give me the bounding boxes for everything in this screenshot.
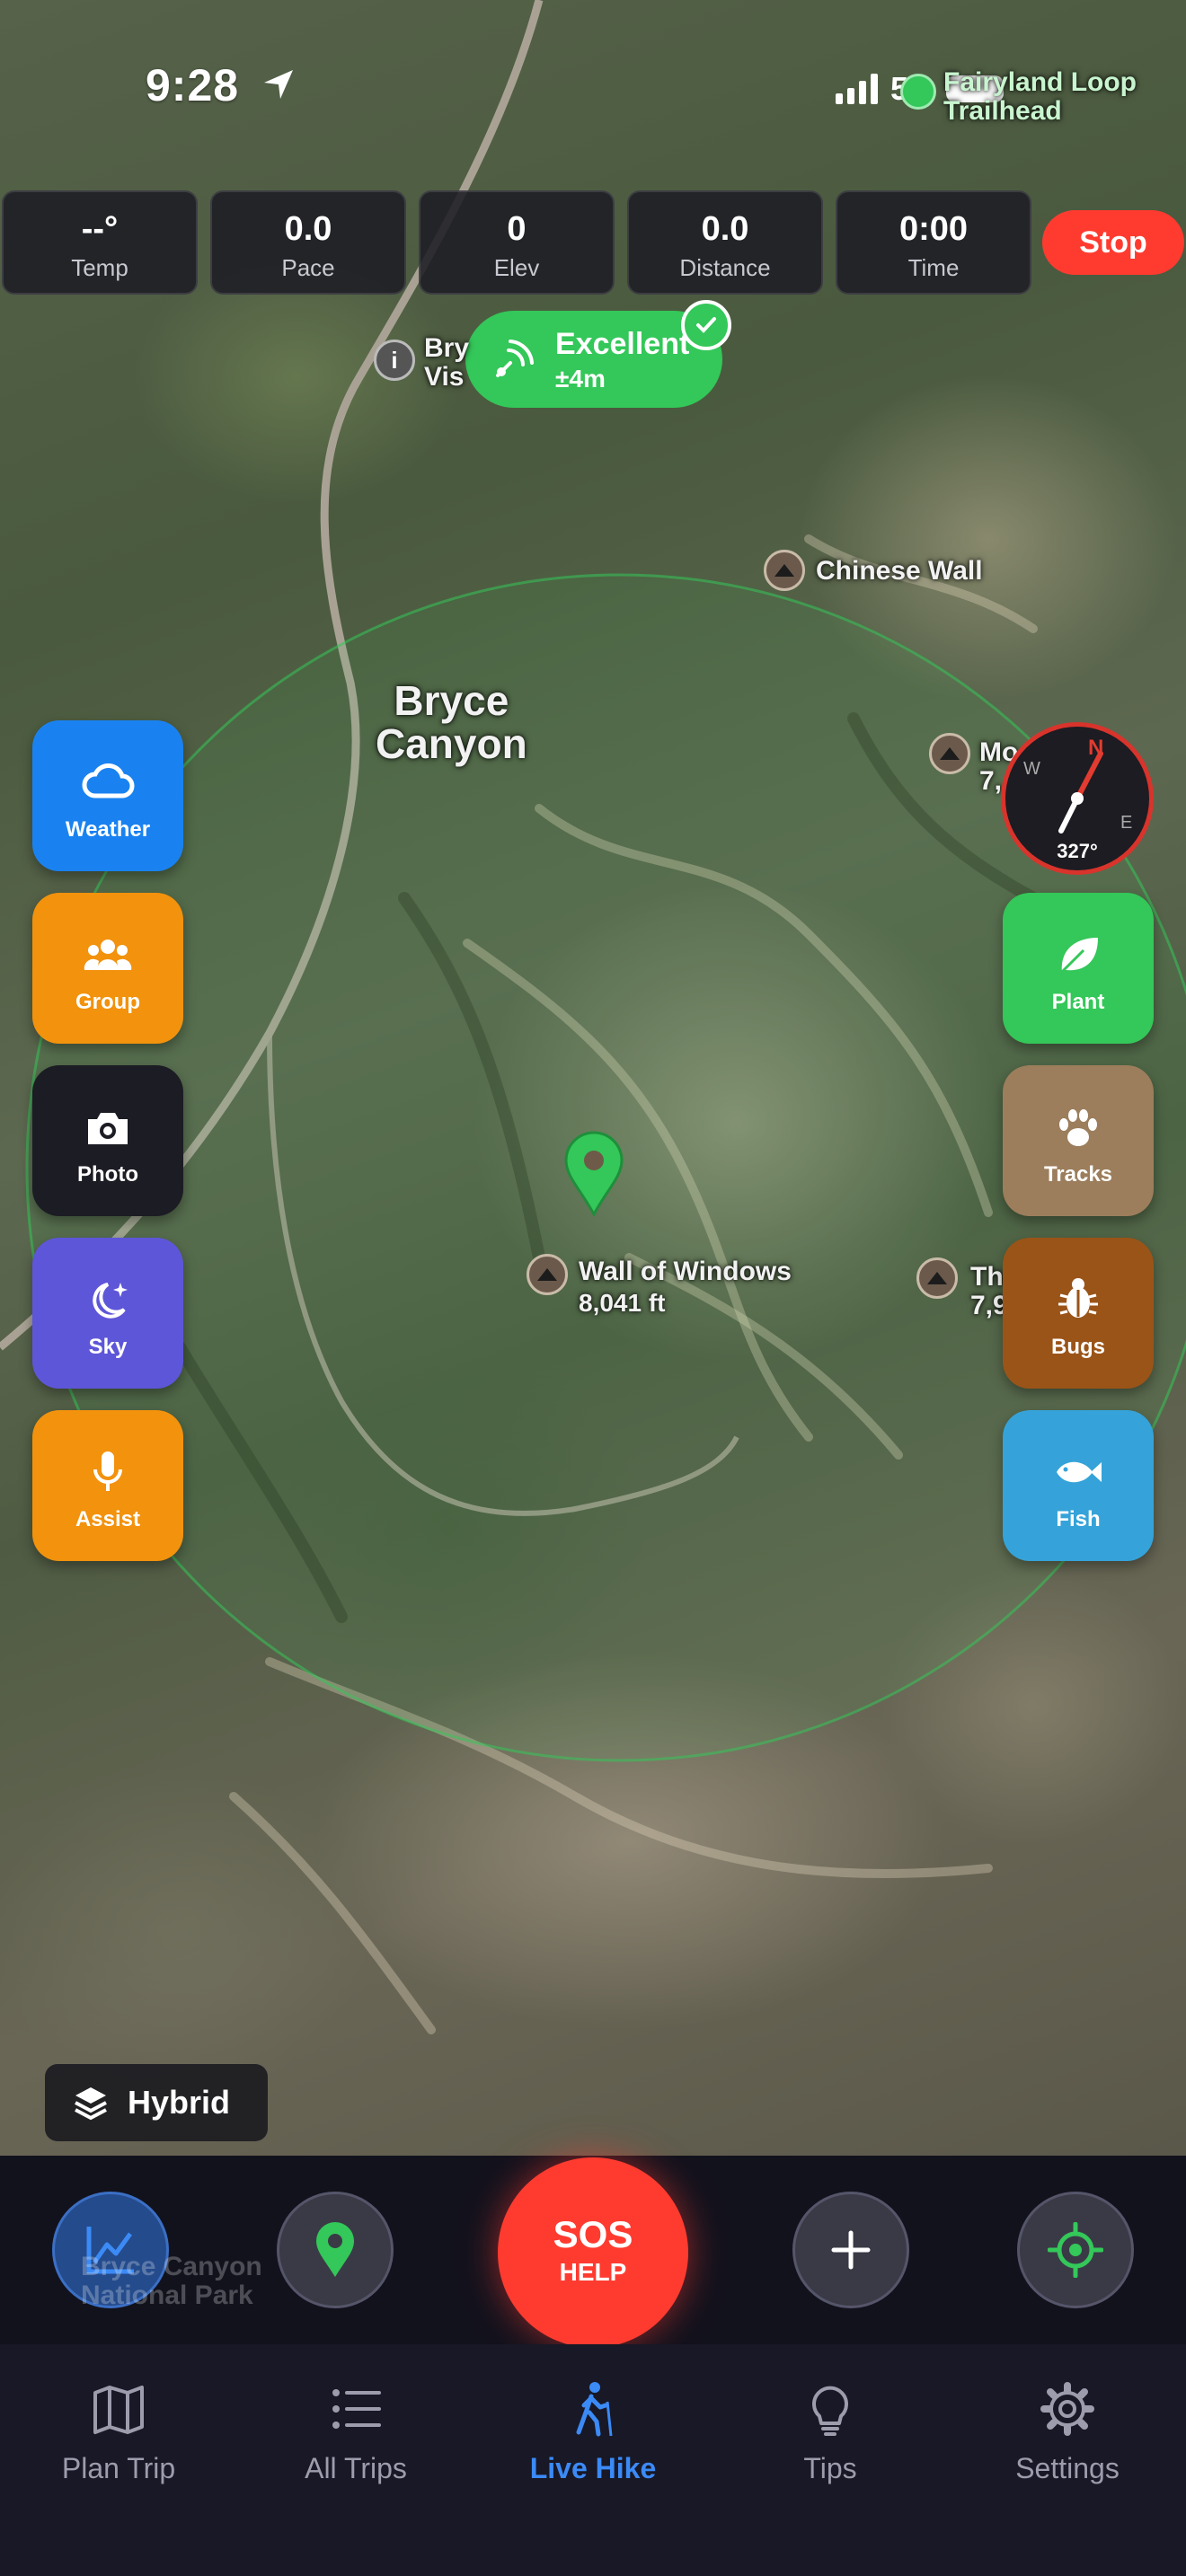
- stat-label: Pace: [281, 254, 335, 281]
- tab-label: Tips: [803, 2452, 857, 2484]
- compass-heading: 327°: [1057, 840, 1098, 862]
- tab-label: Live Hike: [529, 2452, 657, 2484]
- stat-value: 0:00: [898, 210, 969, 248]
- map-layer-button[interactable]: Hybrid: [45, 2064, 268, 2141]
- hiker-icon: [576, 2382, 613, 2437]
- tab-settings[interactable]: Settings: [949, 2380, 1186, 2485]
- satellite-signal-icon: [496, 340, 534, 377]
- stat-label: Distance: [679, 254, 771, 281]
- add-button[interactable]: [792, 2192, 909, 2308]
- fish-button[interactable]: Fish: [1003, 1410, 1154, 1561]
- moon-stars-icon: [93, 1283, 128, 1319]
- map-label-trailhead[interactable]: Fairyland Loop Trailhead: [943, 68, 1137, 125]
- bugs-label: Bugs: [1051, 1335, 1105, 1359]
- stat-value: 0.0: [701, 210, 749, 248]
- plant-button[interactable]: Plant: [1003, 893, 1154, 1044]
- tab-all-trips[interactable]: All Trips: [237, 2380, 474, 2485]
- assist-button[interactable]: Assist: [32, 1410, 183, 1561]
- signal-icon: [836, 74, 878, 104]
- photo-button[interactable]: Photo: [32, 1065, 183, 1216]
- stat-label: Time: [907, 254, 960, 281]
- sos-sublabel: HELP: [559, 2258, 627, 2286]
- stat-label: Elev: [493, 254, 540, 281]
- compass[interactable]: N W E 327°: [1001, 722, 1154, 875]
- group-icon: [84, 940, 132, 970]
- assist-label: Assist: [75, 1507, 141, 1531]
- recenter-button[interactable]: [1017, 2192, 1134, 2308]
- crosshair-icon: [1048, 2222, 1103, 2278]
- info-icon[interactable]: i: [374, 340, 415, 381]
- fish-icon: [1057, 1461, 1102, 1483]
- landmark-icon[interactable]: [764, 550, 805, 591]
- lightbulb-icon: [812, 2386, 848, 2436]
- sos-label: SOS: [553, 2213, 633, 2255]
- stat-pace: 0.0 Pace: [210, 190, 406, 295]
- stat-time: 0:00 Time: [836, 190, 1031, 295]
- status-time: 9:28: [146, 60, 240, 110]
- bug-icon: [1058, 1278, 1098, 1318]
- peak-icon[interactable]: [916, 1257, 958, 1299]
- weather-button[interactable]: Weather: [32, 720, 183, 871]
- photo-label: Photo: [77, 1162, 138, 1187]
- trailhead-icon[interactable]: [900, 74, 936, 110]
- stat-elevation: 0 Elev: [419, 190, 615, 295]
- tab-label: All Trips: [305, 2452, 407, 2484]
- map-label-area-title: Bryce Canyon: [376, 677, 527, 768]
- map-label-visitor-center[interactable]: Bry Vis: [424, 334, 469, 391]
- stat-value: 0.0: [284, 210, 332, 248]
- stat-value: --°: [81, 210, 119, 248]
- group-button[interactable]: Group: [32, 893, 183, 1044]
- microphone-icon: [93, 1451, 122, 1491]
- sos-help-button[interactable]: SOS HELP: [498, 2157, 688, 2348]
- gps-quality: Excellent: [555, 327, 690, 361]
- tab-label: Plan Trip: [61, 2452, 176, 2484]
- stat-label: Temp: [71, 254, 128, 281]
- checkmark-icon: [681, 300, 731, 350]
- stat-temp: --° Temp: [2, 190, 198, 295]
- layers-icon: [75, 2087, 107, 2121]
- list-icon: [332, 2389, 381, 2429]
- camera-icon: [88, 1113, 128, 1144]
- gear-icon: [1040, 2382, 1094, 2436]
- weather-label: Weather: [65, 817, 151, 842]
- tracks-button[interactable]: Tracks: [1003, 1065, 1154, 1216]
- paw-icon: [1059, 1109, 1097, 1146]
- stat-value: 0: [507, 210, 527, 248]
- cloud-icon: [82, 763, 135, 798]
- fish-label: Fish: [1056, 1507, 1101, 1531]
- sky-label: Sky: [88, 1335, 128, 1359]
- compass-west: W: [1023, 759, 1040, 779]
- tab-live-hike[interactable]: Live Hike: [474, 2380, 712, 2485]
- map-label-chinese-wall[interactable]: Chinese Wall: [816, 557, 983, 586]
- map-icon: [93, 2386, 144, 2434]
- map-label-wall-of-windows-elevation: 8,041 ft: [579, 1289, 666, 1317]
- map-label-wall-of-windows[interactable]: Wall of Windows: [579, 1257, 792, 1286]
- tracks-label: Tracks: [1043, 1162, 1113, 1187]
- compass-east: E: [1120, 813, 1133, 833]
- leaf-icon: [1060, 938, 1098, 974]
- tab-plan-trip[interactable]: Plan Trip: [0, 2380, 237, 2485]
- map-layer-label: Hybrid: [128, 2084, 231, 2121]
- compass-north: N: [1088, 736, 1104, 760]
- stat-distance: 0.0 Distance: [627, 190, 823, 295]
- location-arrow-icon: [264, 70, 293, 99]
- plant-label: Plant: [1051, 990, 1105, 1014]
- peak-icon[interactable]: [527, 1254, 568, 1295]
- plus-icon: [831, 2230, 871, 2270]
- sky-button[interactable]: Sky: [32, 1238, 183, 1389]
- location-pin-icon[interactable]: [562, 1130, 625, 1216]
- peak-icon[interactable]: [929, 733, 970, 774]
- location-pin-icon: [316, 2222, 354, 2277]
- gps-accuracy: ±4m: [555, 365, 606, 393]
- tab-label: Settings: [1015, 2452, 1120, 2484]
- group-label: Group: [75, 990, 140, 1014]
- tab-tips[interactable]: Tips: [712, 2380, 949, 2485]
- map-label-park: Bryce Canyon National Park: [81, 2252, 262, 2310]
- waypoint-button[interactable]: [277, 2192, 394, 2308]
- stop-button[interactable]: Stop: [1042, 210, 1184, 275]
- bugs-button[interactable]: Bugs: [1003, 1238, 1154, 1389]
